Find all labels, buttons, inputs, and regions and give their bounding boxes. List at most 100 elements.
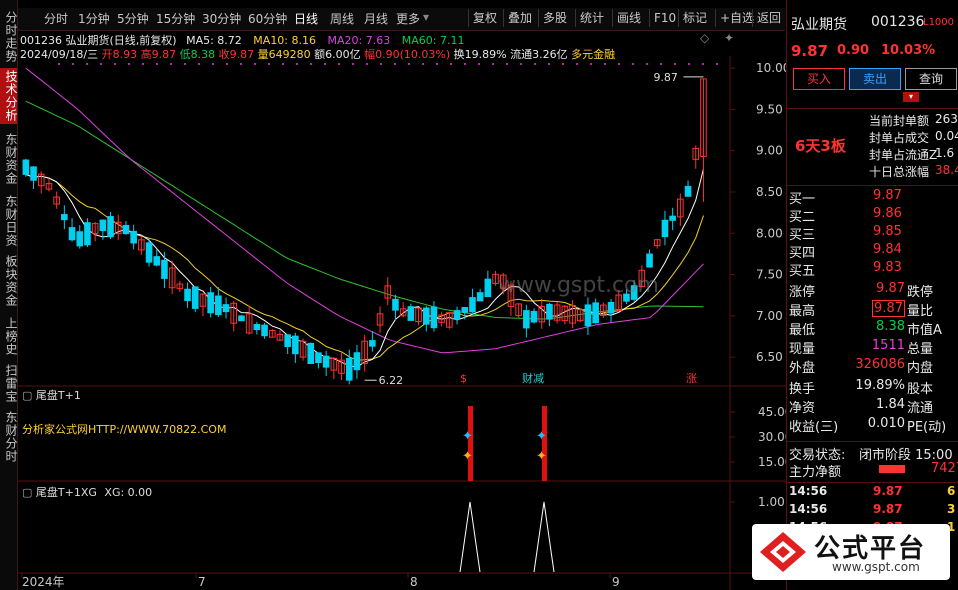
collapse-icon[interactable]: ▾ xyxy=(903,92,919,102)
stat2-value: 1.84 xyxy=(876,397,905,412)
price-tick-label: 10.00 xyxy=(756,61,786,75)
top-dot xyxy=(282,63,284,65)
stat-value: 326086 xyxy=(855,357,905,372)
bid-label: 买三 xyxy=(789,228,816,243)
candle-body xyxy=(222,304,230,313)
sub1-title-row: ▢ 尾盘T+1 xyxy=(22,389,81,402)
tab-sector-capital[interactable]: 板块资金 xyxy=(0,252,18,310)
top-dot xyxy=(618,63,620,65)
candle-body xyxy=(184,288,191,302)
date-label: 7 xyxy=(198,575,206,589)
candle-body xyxy=(422,307,430,325)
candle-body xyxy=(238,315,245,322)
tick-time: 14:56 xyxy=(789,484,828,498)
period-60min[interactable]: 60分钟 xyxy=(248,10,287,27)
top-dot xyxy=(408,63,410,65)
tick-price: 9.87 xyxy=(873,502,903,516)
candle-body xyxy=(84,222,91,246)
top-dot xyxy=(268,63,270,65)
stat-label: 外盘 xyxy=(789,361,816,376)
top-dot xyxy=(114,63,116,65)
sell-button[interactable]: 卖出 xyxy=(849,68,901,90)
period-1min[interactable]: 1分钟 xyxy=(78,10,110,27)
candle-body xyxy=(191,286,199,309)
candle-body xyxy=(661,219,669,238)
tab-capital[interactable]: 东财资金 xyxy=(0,130,18,188)
candle-body xyxy=(592,302,599,324)
sub1-title: 尾盘T+1 xyxy=(35,389,81,402)
price-row: 9.87 0.90 10.03% xyxy=(787,42,958,60)
stats-button[interactable]: 统计 xyxy=(575,9,608,27)
limit-info-box: 6天3板 当前封单额 2630 封单占成交 0.04 封单占流通Z 1.6 十日… xyxy=(787,108,958,186)
period-more[interactable]: 更多 xyxy=(396,10,420,27)
sub1-tick-label: 15.00 xyxy=(758,455,786,469)
top-dot xyxy=(100,63,102,65)
top-dot xyxy=(184,63,186,65)
top-dot xyxy=(310,63,312,65)
tab-technical[interactable]: 技术分析 xyxy=(0,68,18,124)
date-label: 9 xyxy=(612,575,620,589)
bid-label: 买二 xyxy=(789,210,816,225)
seal-row: 十日总涨幅 38.4 xyxy=(787,163,958,181)
overlay-button[interactable]: 叠加 xyxy=(503,9,536,27)
stat-label-2: 跌停 xyxy=(907,285,934,300)
period-15min[interactable]: 15分钟 xyxy=(156,10,195,27)
date-axis: 2024年 7 8 9 xyxy=(21,573,620,589)
top-dot xyxy=(72,63,74,65)
date-label: 2024年 xyxy=(22,575,65,589)
sub1-note: 分析家公式网HTTP://WWW.70822.COM xyxy=(22,423,227,436)
stat2-value: 0.010 xyxy=(867,416,905,431)
period-30min[interactable]: 30分钟 xyxy=(202,10,241,27)
trade-status-row: 交易状态: 闭市阶段 15:00 xyxy=(787,441,958,463)
pin-icon[interactable]: ✦ xyxy=(724,31,734,45)
top-dot xyxy=(520,63,522,65)
sub-chart-2: 1.00 xyxy=(459,495,785,573)
tab-minesweeper[interactable]: 扫雷宝 xyxy=(0,362,18,404)
period-monthly[interactable]: 月线 xyxy=(364,10,388,27)
multi-stock-button[interactable]: 多股 xyxy=(538,9,571,27)
query-button[interactable]: 查询 xyxy=(905,68,957,90)
top-dot xyxy=(674,63,676,65)
period-intraday[interactable]: 分时 xyxy=(44,10,68,27)
buy-button[interactable]: 买入 xyxy=(793,68,845,90)
candle-body xyxy=(353,352,361,371)
left-tab-bar: 分时走势 技术分析 东财资金 东财日资 板块资金 上榜史 扫雷宝 东财分时 xyxy=(0,0,18,590)
candle-body xyxy=(61,214,68,221)
bid-label: 买五 xyxy=(789,264,816,279)
tab-list-history[interactable]: 上榜史 xyxy=(0,314,18,358)
stat2-value: 19.89% xyxy=(855,378,905,393)
draw-button[interactable]: 画线 xyxy=(612,9,645,27)
diamond-icon[interactable]: ◇ xyxy=(700,31,709,45)
mark-button[interactable]: 标记 xyxy=(678,9,711,27)
sub-chart-1: 45.00 30.00 15.00 ✦ ✦ ✦ ✦ xyxy=(462,405,786,481)
kline-chart-area[interactable]: 10.00 9.50 9.00 8.50 8.00 7.50 7.00 6.50 45.00 3… xyxy=(18,56,786,590)
candle-body xyxy=(130,230,137,244)
tab-intraday2[interactable]: 东财分时 xyxy=(0,408,18,466)
stat2-label-2: 股本 xyxy=(907,382,934,397)
f10-button[interactable]: F10 xyxy=(649,9,680,27)
adjust-button[interactable]: 复权 xyxy=(468,9,501,27)
tab-daily-capital[interactable]: 东财日资 xyxy=(0,192,18,250)
stat-value: 9.87 xyxy=(876,281,905,296)
top-dot xyxy=(716,63,718,65)
period-5min[interactable]: 5分钟 xyxy=(117,10,149,27)
more-chevron-icon[interactable]: ▾ xyxy=(423,10,429,24)
last-price: 9.87 xyxy=(791,42,829,60)
top-dot xyxy=(604,63,606,65)
top-dot xyxy=(534,63,536,65)
tab-intraday[interactable]: 分时走势 xyxy=(0,10,18,64)
candle-body xyxy=(99,219,107,232)
level-tag: L1000 xyxy=(923,17,955,28)
stat-row: 现量 1511 总量 xyxy=(787,338,958,357)
back-button[interactable]: 返回 xyxy=(752,9,785,27)
top-dot xyxy=(506,63,508,65)
candle-body xyxy=(76,231,84,247)
period-weekly[interactable]: 周线 xyxy=(330,10,354,27)
top-dot xyxy=(464,63,466,65)
stat-value: 1511 xyxy=(871,338,905,353)
bid-row: 买五 9.83 xyxy=(787,260,958,279)
top-dot xyxy=(338,63,340,65)
period-daily[interactable]: 日线 xyxy=(294,10,318,27)
top-dot xyxy=(212,63,214,65)
top-dot xyxy=(86,63,88,65)
